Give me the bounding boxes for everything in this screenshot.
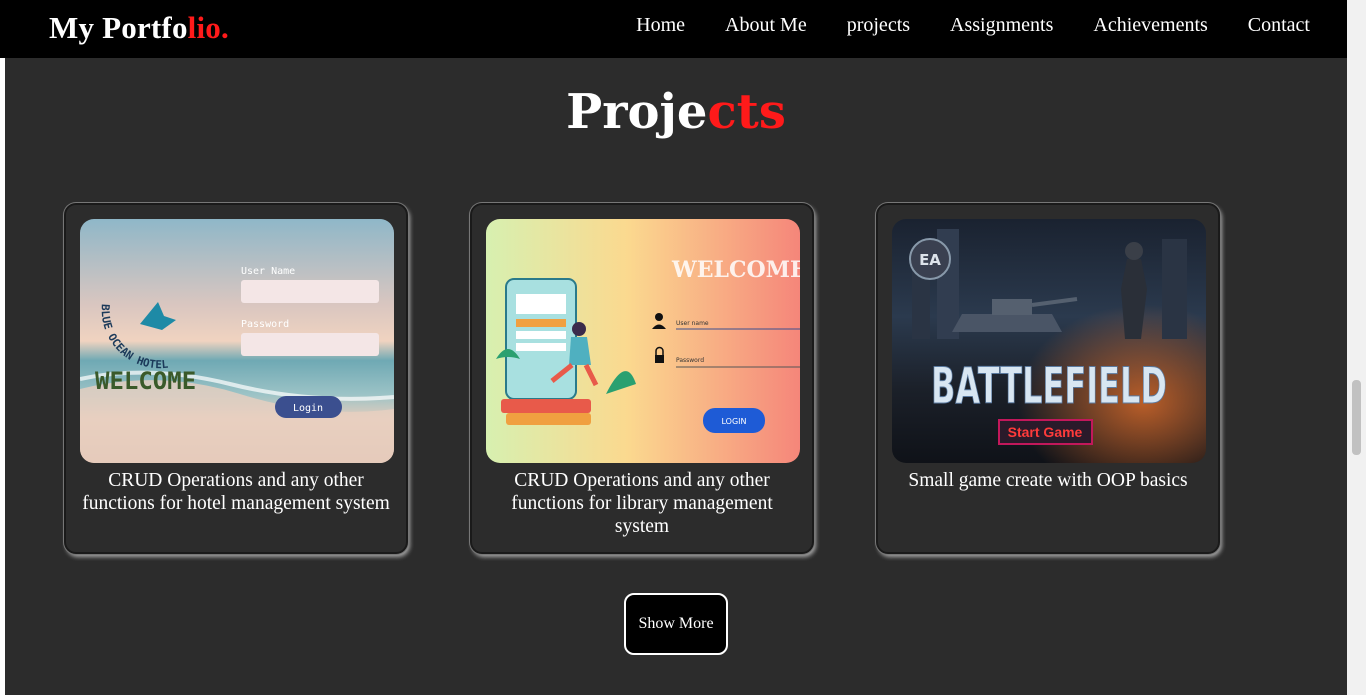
library-user-label: User name (676, 320, 709, 327)
scrollbar-thumb[interactable] (1352, 380, 1361, 455)
hotel-login-illustration: BLUE OCEAN HOTEL WELCOME User Name Passw… (80, 219, 394, 463)
library-password-label: Password (676, 357, 704, 364)
project-caption-library: CRUD Operations and any other functions … (511, 470, 773, 537)
battlefield-title-text: BATTLEFIELD (931, 357, 1167, 415)
project-image-library: WELCOME User name Password LOGIN (486, 219, 800, 463)
nav-link-contact[interactable]: Contact (1248, 14, 1310, 37)
heading-text: Proje (566, 84, 708, 140)
ea-badge-text: EA (919, 251, 941, 269)
nav-link-assignments[interactable]: Assignments (950, 14, 1053, 37)
project-caption-hotel: CRUD Operations and any other functions … (82, 470, 390, 514)
battlefield-game-illustration: EA BATTLEFIELD Start Game (892, 219, 1206, 463)
projects-section: Projects BLUE OCEAN HOTEL WELCOME User N… (5, 58, 1347, 695)
hotel-login-button-text: Login (293, 403, 323, 414)
project-card-hotel[interactable]: BLUE OCEAN HOTEL WELCOME User Name Passw… (64, 203, 408, 554)
nav-links: Home About Me projects Assignments Achie… (596, 14, 1310, 37)
project-caption-game: Small game create with OOP basics (908, 470, 1188, 491)
nav-link-projects[interactable]: projects (847, 14, 910, 37)
library-login-button-text: LOGIN (721, 417, 746, 426)
heading-accent-text: cts (707, 84, 786, 140)
section-heading: Projects (5, 84, 1347, 140)
page-scrollbar[interactable] (1347, 0, 1366, 695)
logo-text: My Portfo (49, 10, 188, 45)
project-card-library[interactable]: WELCOME User name Password LOGIN CRUD Op… (470, 203, 814, 554)
hotel-welcome-text: WELCOME (95, 367, 196, 395)
library-welcome-text: WELCOME (671, 257, 800, 283)
nav-link-home[interactable]: Home (636, 14, 685, 37)
nav-link-achievements[interactable]: Achievements (1093, 14, 1207, 37)
site-logo[interactable]: My Portfolio. (49, 10, 229, 46)
start-game-button-text: Start Game (1008, 424, 1083, 440)
hotel-user-label: User Name (241, 266, 295, 277)
library-login-illustration: WELCOME User name Password LOGIN (486, 219, 800, 463)
hotel-password-label: Password (241, 319, 289, 330)
show-more-button[interactable]: Show More (624, 593, 728, 655)
project-image-hotel: BLUE OCEAN HOTEL WELCOME User Name Passw… (80, 219, 394, 463)
project-image-game: EA BATTLEFIELD Start Game (892, 219, 1206, 463)
nav-link-about-me[interactable]: About Me (725, 14, 807, 37)
project-card-game[interactable]: EA BATTLEFIELD Start Game Small game cre… (876, 203, 1220, 554)
logo-accent-text: lio. (187, 10, 229, 45)
top-navbar: My Portfolio. Home About Me projects Ass… (0, 0, 1347, 58)
